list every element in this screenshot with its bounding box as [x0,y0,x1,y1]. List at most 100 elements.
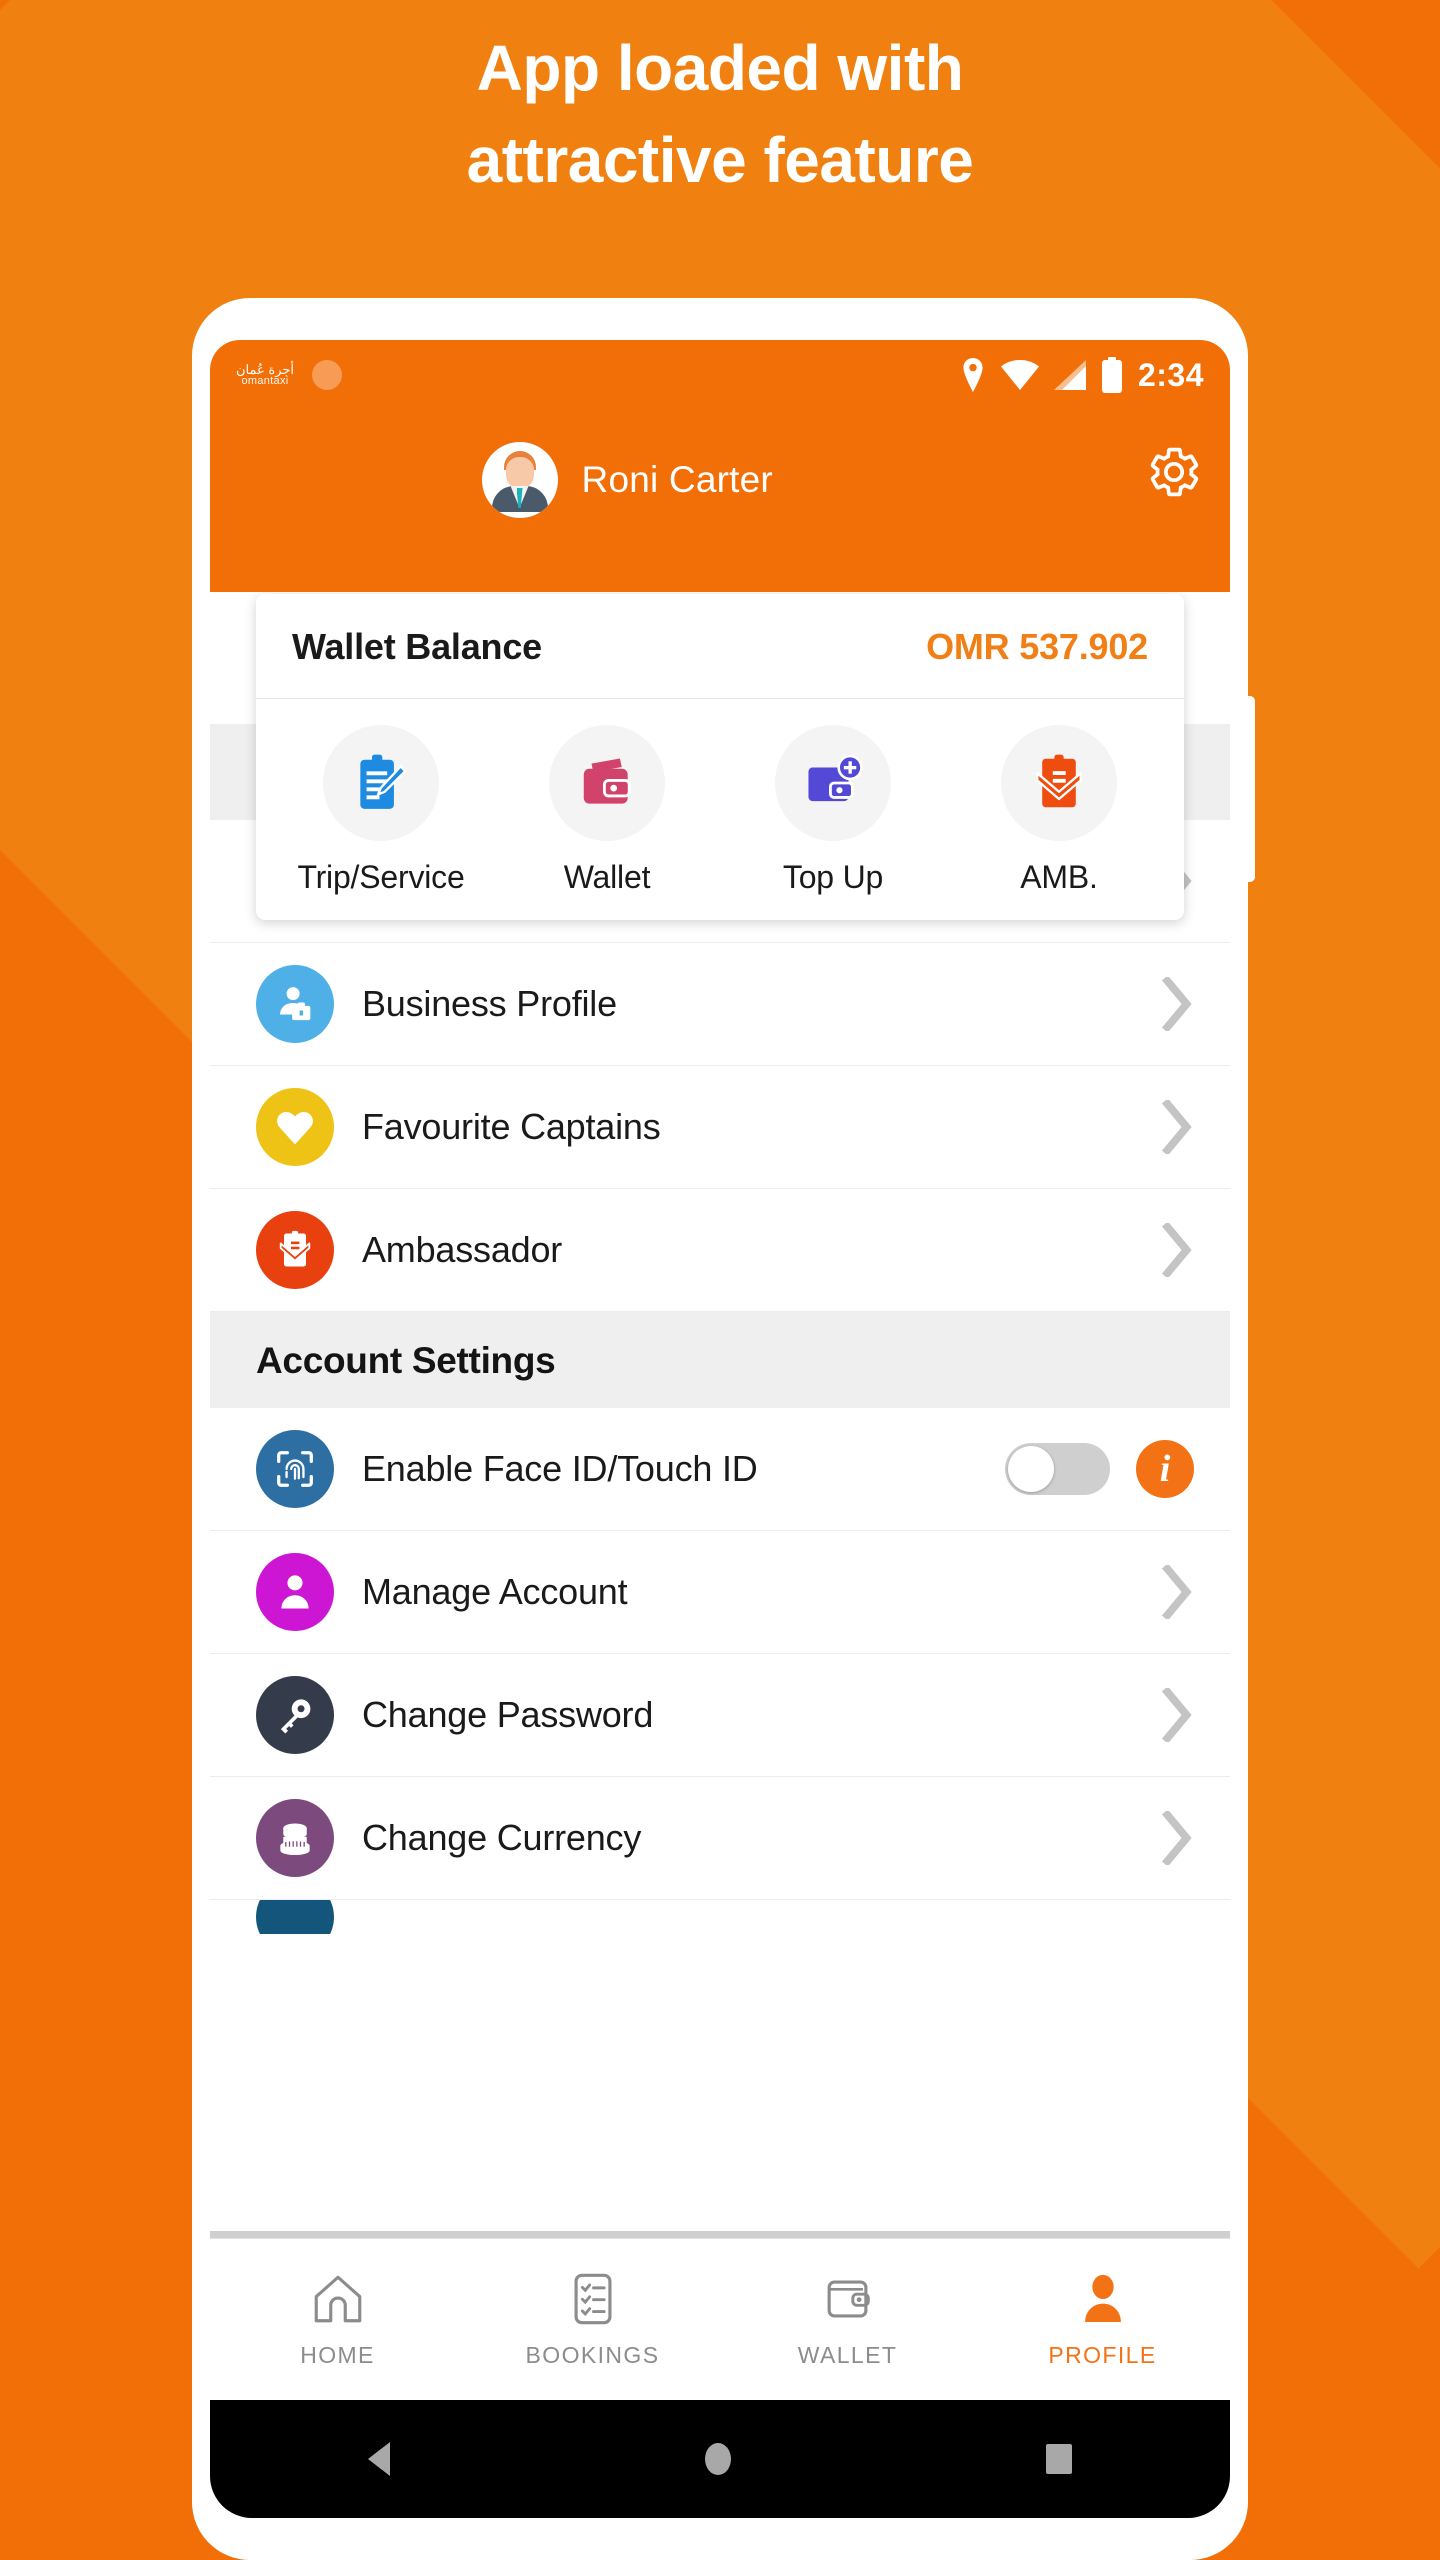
quick-action-label: Top Up [782,859,884,895]
row-icon-wrap [256,965,334,1043]
wallet-balance-amount: OMR 537.902 [926,626,1148,667]
checklist-icon [574,2273,611,2325]
row-label: Ambassador [362,1229,563,1270]
bottom-tab-bar: HOME BOOKINGS WALLET PROFILE [210,2238,1230,2400]
settings-row-enable-face-id[interactable]: Enable Face ID/Touch ID i [210,1408,1230,1531]
quick-action-label: AMB. [1020,859,1098,895]
quick-action-label: Wallet [563,859,651,895]
back-triangle-icon[interactable] [367,2442,390,2476]
home-icon [314,2275,361,2323]
tab-label: HOME [300,2342,375,2368]
row-icon-wrap [256,1211,334,1289]
row-icon-wrap [256,1900,334,1934]
row-label: Business Profile [362,983,617,1024]
row-label: Favourite Captains [362,1106,661,1147]
headline-line-2: attractive feature [466,124,974,196]
settings-button[interactable] [1144,442,1204,502]
gear-icon [1150,447,1199,497]
profile-chip[interactable]: Roni Carter [422,442,773,518]
person-icon [281,1575,309,1609]
heart-icon [277,1111,313,1145]
settings-row-ambassador[interactable]: Ambassador [210,1189,1230,1312]
business-person-icon [280,987,311,1021]
recents-square-icon[interactable] [1046,2444,1073,2474]
tab-label: PROFILE [1048,2342,1157,2368]
row-label: Change Password [362,1694,654,1735]
quick-action-wallet[interactable]: Wallet [494,725,720,896]
promo-headline: App loaded with attractive feature [0,36,1440,192]
user-name: Roni Carter [581,459,773,500]
tab-home[interactable]: HOME [210,2270,465,2369]
home-circle-icon[interactable] [704,2443,731,2475]
wifi-icon [1000,360,1039,390]
chevron-right-icon [1160,1688,1194,1742]
row-icon-wrap [256,1799,334,1877]
cellular-signal-icon [1053,360,1086,390]
wallet-balance-row: Wallet Balance OMR 537.902 [256,594,1184,699]
wallet-balance-label: Wallet Balance [292,626,542,667]
quick-action-trip-service[interactable]: Trip/Service [268,725,494,896]
omantaxi-logo: أجرة عُمان omantaxi [236,360,343,390]
quick-action-icon-wrap [1001,725,1117,841]
settings-scroll-area[interactable]: Wallet Balance OMR 537.902 Trip/Service … [210,592,1230,2231]
row-trailing: i [1005,1440,1194,1498]
tab-profile[interactable]: PROFILE [975,2270,1230,2369]
tab-bookings[interactable]: BOOKINGS [465,2270,720,2369]
row-icon-wrap [256,1430,334,1508]
wallet-plus-icon [808,754,863,802]
chevron-right-icon [1160,1100,1194,1154]
status-bar: أجرة عُمان omantaxi 2:34 [210,340,1230,410]
coins-icon [280,1823,310,1856]
status-clock: 2:34 [1137,356,1204,393]
quick-action-label: Trip/Service [297,859,465,895]
phone-frame: أجرة عُمان omantaxi 2:34 Roni Carter Wal… [192,298,1255,2560]
brand-latin-text: omantaxi [241,375,289,387]
settings-row-manage-account[interactable]: Manage Account [210,1531,1230,1654]
envelope-icon [1036,754,1082,808]
app-header: Roni Carter [210,410,1230,592]
chevron-right-icon [1160,1223,1194,1277]
settings-row-change-password[interactable]: Change Password [210,1654,1230,1777]
power-button[interactable] [1246,696,1255,882]
clipboard-pen-icon [360,754,407,809]
brand-mark: أجرة عُمان omantaxi [236,363,294,387]
row-icon-wrap [256,1676,334,1754]
row-label: Enable Face ID/Touch ID [362,1448,758,1489]
android-navigation-bar [210,2400,1230,2518]
battery-icon [1101,357,1122,393]
tab-label: BOOKINGS [525,2342,660,2368]
quick-action-icon-wrap [323,725,439,841]
row-icon-wrap [256,1553,334,1631]
settings-row-business-profile[interactable]: Business Profile [210,943,1230,1066]
key-icon [280,1699,311,1734]
tab-label: WALLET [797,2342,898,2368]
tab-wallet[interactable]: WALLET [720,2270,975,2369]
row-label: Manage Account [362,1571,628,1612]
avatar [481,442,558,518]
phone-screen: أجرة عُمان omantaxi 2:34 Roni Carter Wal… [210,340,1230,2518]
wallet-outline-icon [827,2280,870,2318]
wallet-icon [583,758,631,804]
quick-action-icon-wrap [549,725,665,841]
row-label: Change Currency [362,1817,642,1858]
person-filled-icon [1084,2274,1121,2322]
chevron-right-icon [1160,977,1194,1031]
wallet-balance-card: Wallet Balance OMR 537.902 Trip/Service … [256,594,1184,920]
quick-action-top-up[interactable]: Top Up [720,725,946,896]
settings-row-favourite-captains[interactable]: Favourite Captains [210,1066,1230,1189]
notification-dot-icon [312,360,343,390]
quick-action-icon-wrap [775,725,891,841]
quick-actions: Trip/Service Wallet Top Up AMB. [256,699,1184,920]
settings-row-partial-next[interactable] [210,1900,1230,1934]
chevron-right-icon [1160,1811,1194,1865]
chevron-right-icon [1160,1565,1194,1619]
section-header-account-settings: Account Settings [210,1312,1230,1408]
envelope-icon [279,1230,311,1267]
face-id-toggle[interactable] [1005,1443,1110,1495]
settings-row-change-currency[interactable]: Change Currency [210,1777,1230,1900]
location-pin-icon [963,358,983,392]
fingerprint-scan-icon [277,1451,313,1487]
quick-action-amb[interactable]: AMB. [946,725,1172,896]
scroll-divider [210,2231,1230,2238]
info-button[interactable]: i [1136,1440,1194,1498]
